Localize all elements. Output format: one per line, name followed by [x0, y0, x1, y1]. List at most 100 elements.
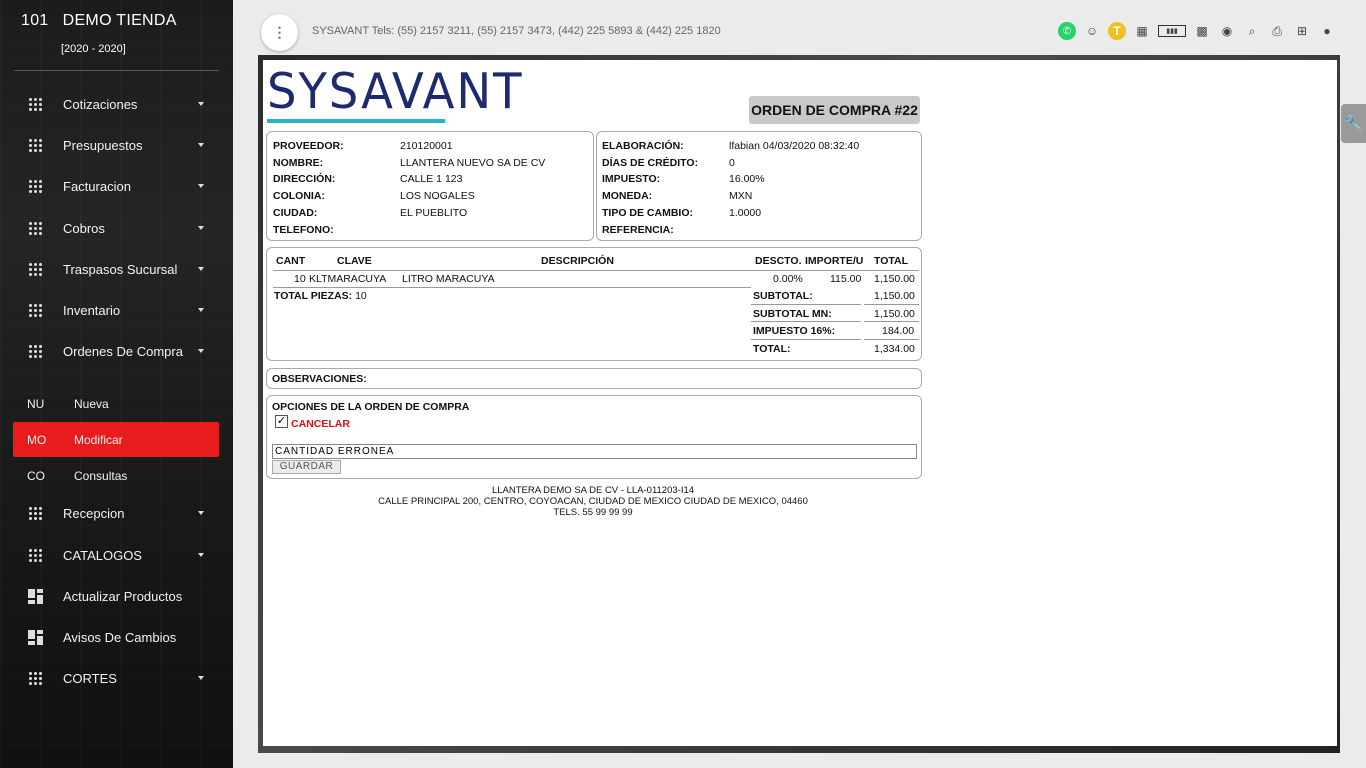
sidebar-item-ordenes-de-compra[interactable]: Ordenes De Compra	[0, 334, 233, 368]
cell-descripcion: LITRO MARACUYA	[402, 273, 495, 285]
sidebar-item-traspasos[interactable]: Traspasos Sucursal	[0, 252, 233, 286]
header-importe: IMPORTE/U	[805, 255, 864, 267]
label-tipo-cambio: TIPO DE CAMBIO:	[602, 206, 693, 219]
order-info-box: ELABORACIÓN: DÍAS DE CRÉDITO: IMPUESTO: …	[596, 131, 922, 241]
sidebar-item-label: Actualizar Productos	[63, 588, 183, 604]
summary-divider	[751, 304, 861, 305]
summary-divider	[751, 339, 861, 340]
logo-underline	[267, 119, 445, 123]
value-moneda: MXN	[729, 190, 753, 203]
caret-down-icon	[198, 102, 204, 106]
caret-down-icon	[198, 308, 204, 312]
summary-total-label: TOTAL:	[753, 343, 791, 355]
summary-impuesto-label: IMPUESTO 16%:	[753, 325, 836, 337]
save-button[interactable]: GUARDAR	[272, 460, 341, 474]
cell-importe: 115.00	[830, 273, 862, 285]
sidebar-item-actualizar-productos[interactable]: Actualizar Productos	[0, 579, 233, 613]
settings-wrench-icon[interactable]: 🔧	[1341, 104, 1366, 143]
sidebar-item-recepcion[interactable]: Recepcion	[0, 496, 233, 530]
topbar: ⋮ SYSAVANT Tels: (55) 2157 3211, (55) 21…	[233, 0, 1366, 60]
contact-phones: SYSAVANT Tels: (55) 2157 3211, (55) 2157…	[312, 25, 721, 37]
subitem-label: Consultas	[74, 468, 128, 483]
dashboard-icon	[28, 630, 43, 645]
summary-divider	[751, 321, 861, 322]
sidebar-subitem-nueva[interactable]: NU Nueva	[13, 386, 219, 421]
grid-icon	[28, 671, 43, 686]
cell-total: 1,150.00	[874, 273, 915, 285]
print-icon[interactable]: ⎙	[1268, 22, 1286, 40]
sidebar-item-avisos-de-cambios[interactable]: Avisos De Cambios	[0, 620, 233, 654]
summary-impuesto-value: 184.00	[882, 325, 915, 337]
sidebar-item-cortes[interactable]: CORTES	[0, 661, 233, 695]
cancel-reason-input[interactable]: CANTIDAD ERRONEA	[272, 444, 917, 459]
label-moneda: MONEDA:	[602, 190, 653, 203]
grid-icon	[28, 97, 43, 112]
subitem-abbr: MO	[27, 432, 47, 447]
items-table: CANT CLAVE DESCRIPCIÓN DESCTO. IMPORTE/U…	[266, 247, 922, 361]
summary-divider	[864, 304, 919, 305]
grid-icon	[28, 506, 43, 521]
sidebar-item-label: Inventario	[63, 302, 121, 318]
sidebar-item-inventario[interactable]: Inventario	[0, 293, 233, 327]
header-total: TOTAL	[874, 255, 909, 267]
main-area: ⋮ SYSAVANT Tels: (55) 2157 3211, (55) 21…	[233, 0, 1366, 768]
order-title: ORDEN DE COMPRA #22	[749, 96, 920, 124]
more-menu-button[interactable]: ⋮	[261, 14, 298, 51]
cell-clave: KLTMARACUYA	[309, 273, 387, 285]
value-colonia: LOS NOGALES	[400, 190, 475, 203]
sidebar-subitem-modificar[interactable]: MO Modificar	[13, 422, 219, 457]
caret-down-icon	[198, 267, 204, 271]
sidebar-item-facturacion[interactable]: Facturacion	[0, 169, 233, 203]
caret-down-icon	[198, 143, 204, 147]
row-divider	[273, 287, 751, 288]
label-telefono: TELEFONO:	[273, 223, 334, 236]
sidebar-item-catalogos[interactable]: CATALOGOS	[0, 538, 233, 572]
user-badge-icon[interactable]: T	[1108, 22, 1126, 40]
observaciones-label: OBSERVACIONES:	[272, 373, 367, 385]
sidebar-divider	[14, 70, 219, 71]
store-name: DEMO TIENDA	[62, 12, 177, 29]
search-document-icon[interactable]: ⌕	[1243, 22, 1261, 40]
sidebar-item-cotizaciones[interactable]: Cotizaciones	[0, 87, 233, 121]
value-elaboracion: lfabian 04/03/2020 08:32:40	[729, 140, 860, 152]
apps-grid-icon[interactable]: ▦	[1133, 22, 1151, 40]
cancel-checkbox[interactable]: ✓	[275, 415, 288, 428]
logo-text: SYSAVANT	[267, 63, 524, 120]
caret-down-icon	[198, 676, 204, 680]
sidebar-item-label: Cotizaciones	[63, 96, 138, 112]
footer-address: CALLE PRINCIPAL 200, CENTRO, COYOACAN, C…	[378, 496, 808, 507]
label-dias-credito: DÍAS DE CRÉDITO:	[602, 156, 699, 169]
period-label: [2020 - 2020]	[61, 43, 126, 55]
sysavant-logo: SYSAVANT	[267, 66, 522, 123]
value-tipo-cambio: 1.0000	[729, 206, 762, 219]
support-agent-icon[interactable]: ☺	[1083, 22, 1101, 40]
tire-icon[interactable]: ◉	[1218, 22, 1236, 40]
label-referencia: REFERENCIA:	[602, 223, 674, 236]
caret-down-icon	[198, 349, 204, 353]
purchase-order-sheet: SYSAVANT ORDEN DE COMPRA #22 PROVEEDOR: …	[263, 60, 1337, 746]
header-cant: CANT	[276, 255, 306, 267]
sidebar-item-presupuestos[interactable]: Presupuestos	[0, 128, 233, 162]
subitem-label: Nueva	[74, 396, 109, 411]
sidebar-item-cobros[interactable]: Cobros	[0, 211, 233, 245]
qr-code-icon[interactable]: ▩	[1193, 22, 1211, 40]
sidebar-item-label: Cobros	[63, 220, 105, 236]
subitem-label: Modificar	[74, 432, 123, 447]
barcode-icon[interactable]: ▮▮▮	[1158, 25, 1186, 37]
grid-icon	[28, 221, 43, 236]
opciones-box: OPCIONES DE LA ORDEN DE COMPRA ✓ CANCELA…	[266, 395, 922, 479]
cancel-label: CANCELAR	[291, 418, 350, 430]
account-icon[interactable]: ●	[1318, 22, 1336, 40]
new-window-icon[interactable]: ⊞	[1293, 22, 1311, 40]
sidebar-subitem-consultas[interactable]: CO Consultas	[13, 458, 219, 493]
label-direccion: DIRECCIÓN:	[273, 173, 336, 186]
sidebar-item-label: CATALOGOS	[63, 547, 142, 563]
header-clave: CLAVE	[337, 255, 372, 267]
caret-down-icon	[198, 511, 204, 515]
footer-phones: TELS. 55 99 99 99	[553, 507, 633, 518]
label-colonia: COLONIA:	[273, 190, 325, 203]
whatsapp-icon[interactable]: ✆	[1058, 22, 1076, 40]
supplier-values: 210120001 LLANTERA NUEVO SA DE CV CALLE …	[400, 138, 545, 222]
store-title: 101 DEMO TIENDA	[21, 12, 177, 30]
store-number: 101	[21, 12, 49, 29]
